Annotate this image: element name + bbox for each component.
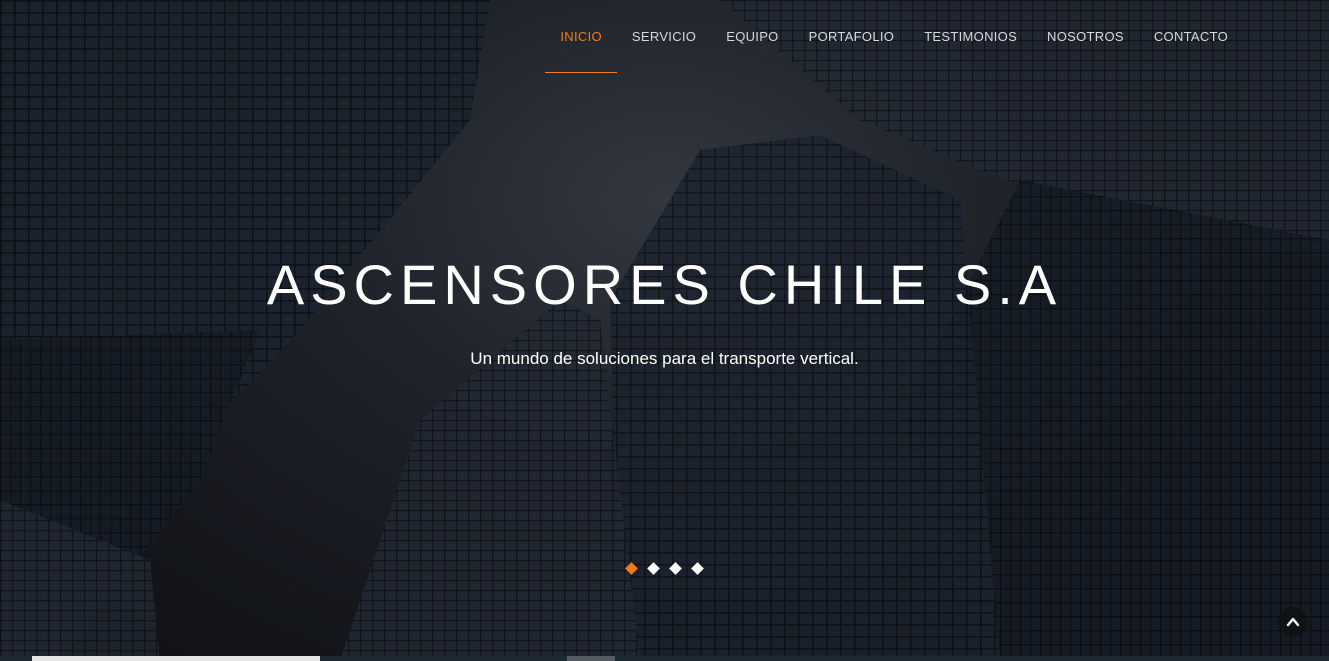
chevron-up-icon	[1286, 617, 1300, 627]
nav-item-label: SERVICIO	[631, 29, 697, 44]
nav-item-label: NOSOTROS	[1047, 29, 1124, 44]
slider-dot-2[interactable]	[647, 562, 660, 575]
hero-section: INICIO SERVICIO EQUIPO PORTAFOLIO TESTIM…	[0, 0, 1329, 661]
nav-item-label: CONTACTO	[1153, 29, 1228, 44]
slider-dot-1[interactable]	[625, 562, 638, 575]
hero-subtitle: Un mundo de soluciones para el transport…	[470, 349, 859, 368]
next-section-panel	[32, 656, 320, 661]
nav-item-testimonios[interactable]: TESTIMONIOS	[909, 0, 1032, 73]
hero-overlay	[0, 0, 1329, 661]
nav-item-servicio[interactable]: SERVICIO	[617, 0, 711, 73]
back-to-top-button[interactable]	[1278, 607, 1308, 637]
nav-item-nosotros[interactable]: NOSOTROS	[1032, 0, 1139, 73]
slider-dot-4[interactable]	[691, 562, 704, 575]
nav-item-equipo[interactable]: EQUIPO	[711, 0, 793, 73]
next-section-edge	[0, 656, 1329, 661]
nav-item-contacto[interactable]: CONTACTO	[1139, 0, 1243, 73]
nav-item-inicio[interactable]: INICIO	[545, 0, 617, 73]
nav-item-label: TESTIMONIOS	[924, 29, 1018, 44]
nav-item-label: PORTAFOLIO	[808, 29, 895, 44]
hero-title: ASCENSORES CHILE S.A	[266, 253, 1063, 316]
nav-item-portafolio[interactable]: PORTAFOLIO	[794, 0, 910, 73]
next-section-panel	[567, 656, 615, 661]
slider-dot-3[interactable]	[669, 562, 682, 575]
nav-item-label: EQUIPO	[726, 29, 779, 44]
slider-pagination	[0, 562, 1329, 575]
nav-item-label: INICIO	[560, 29, 602, 44]
main-navigation: INICIO SERVICIO EQUIPO PORTAFOLIO TESTIM…	[545, 0, 1243, 73]
